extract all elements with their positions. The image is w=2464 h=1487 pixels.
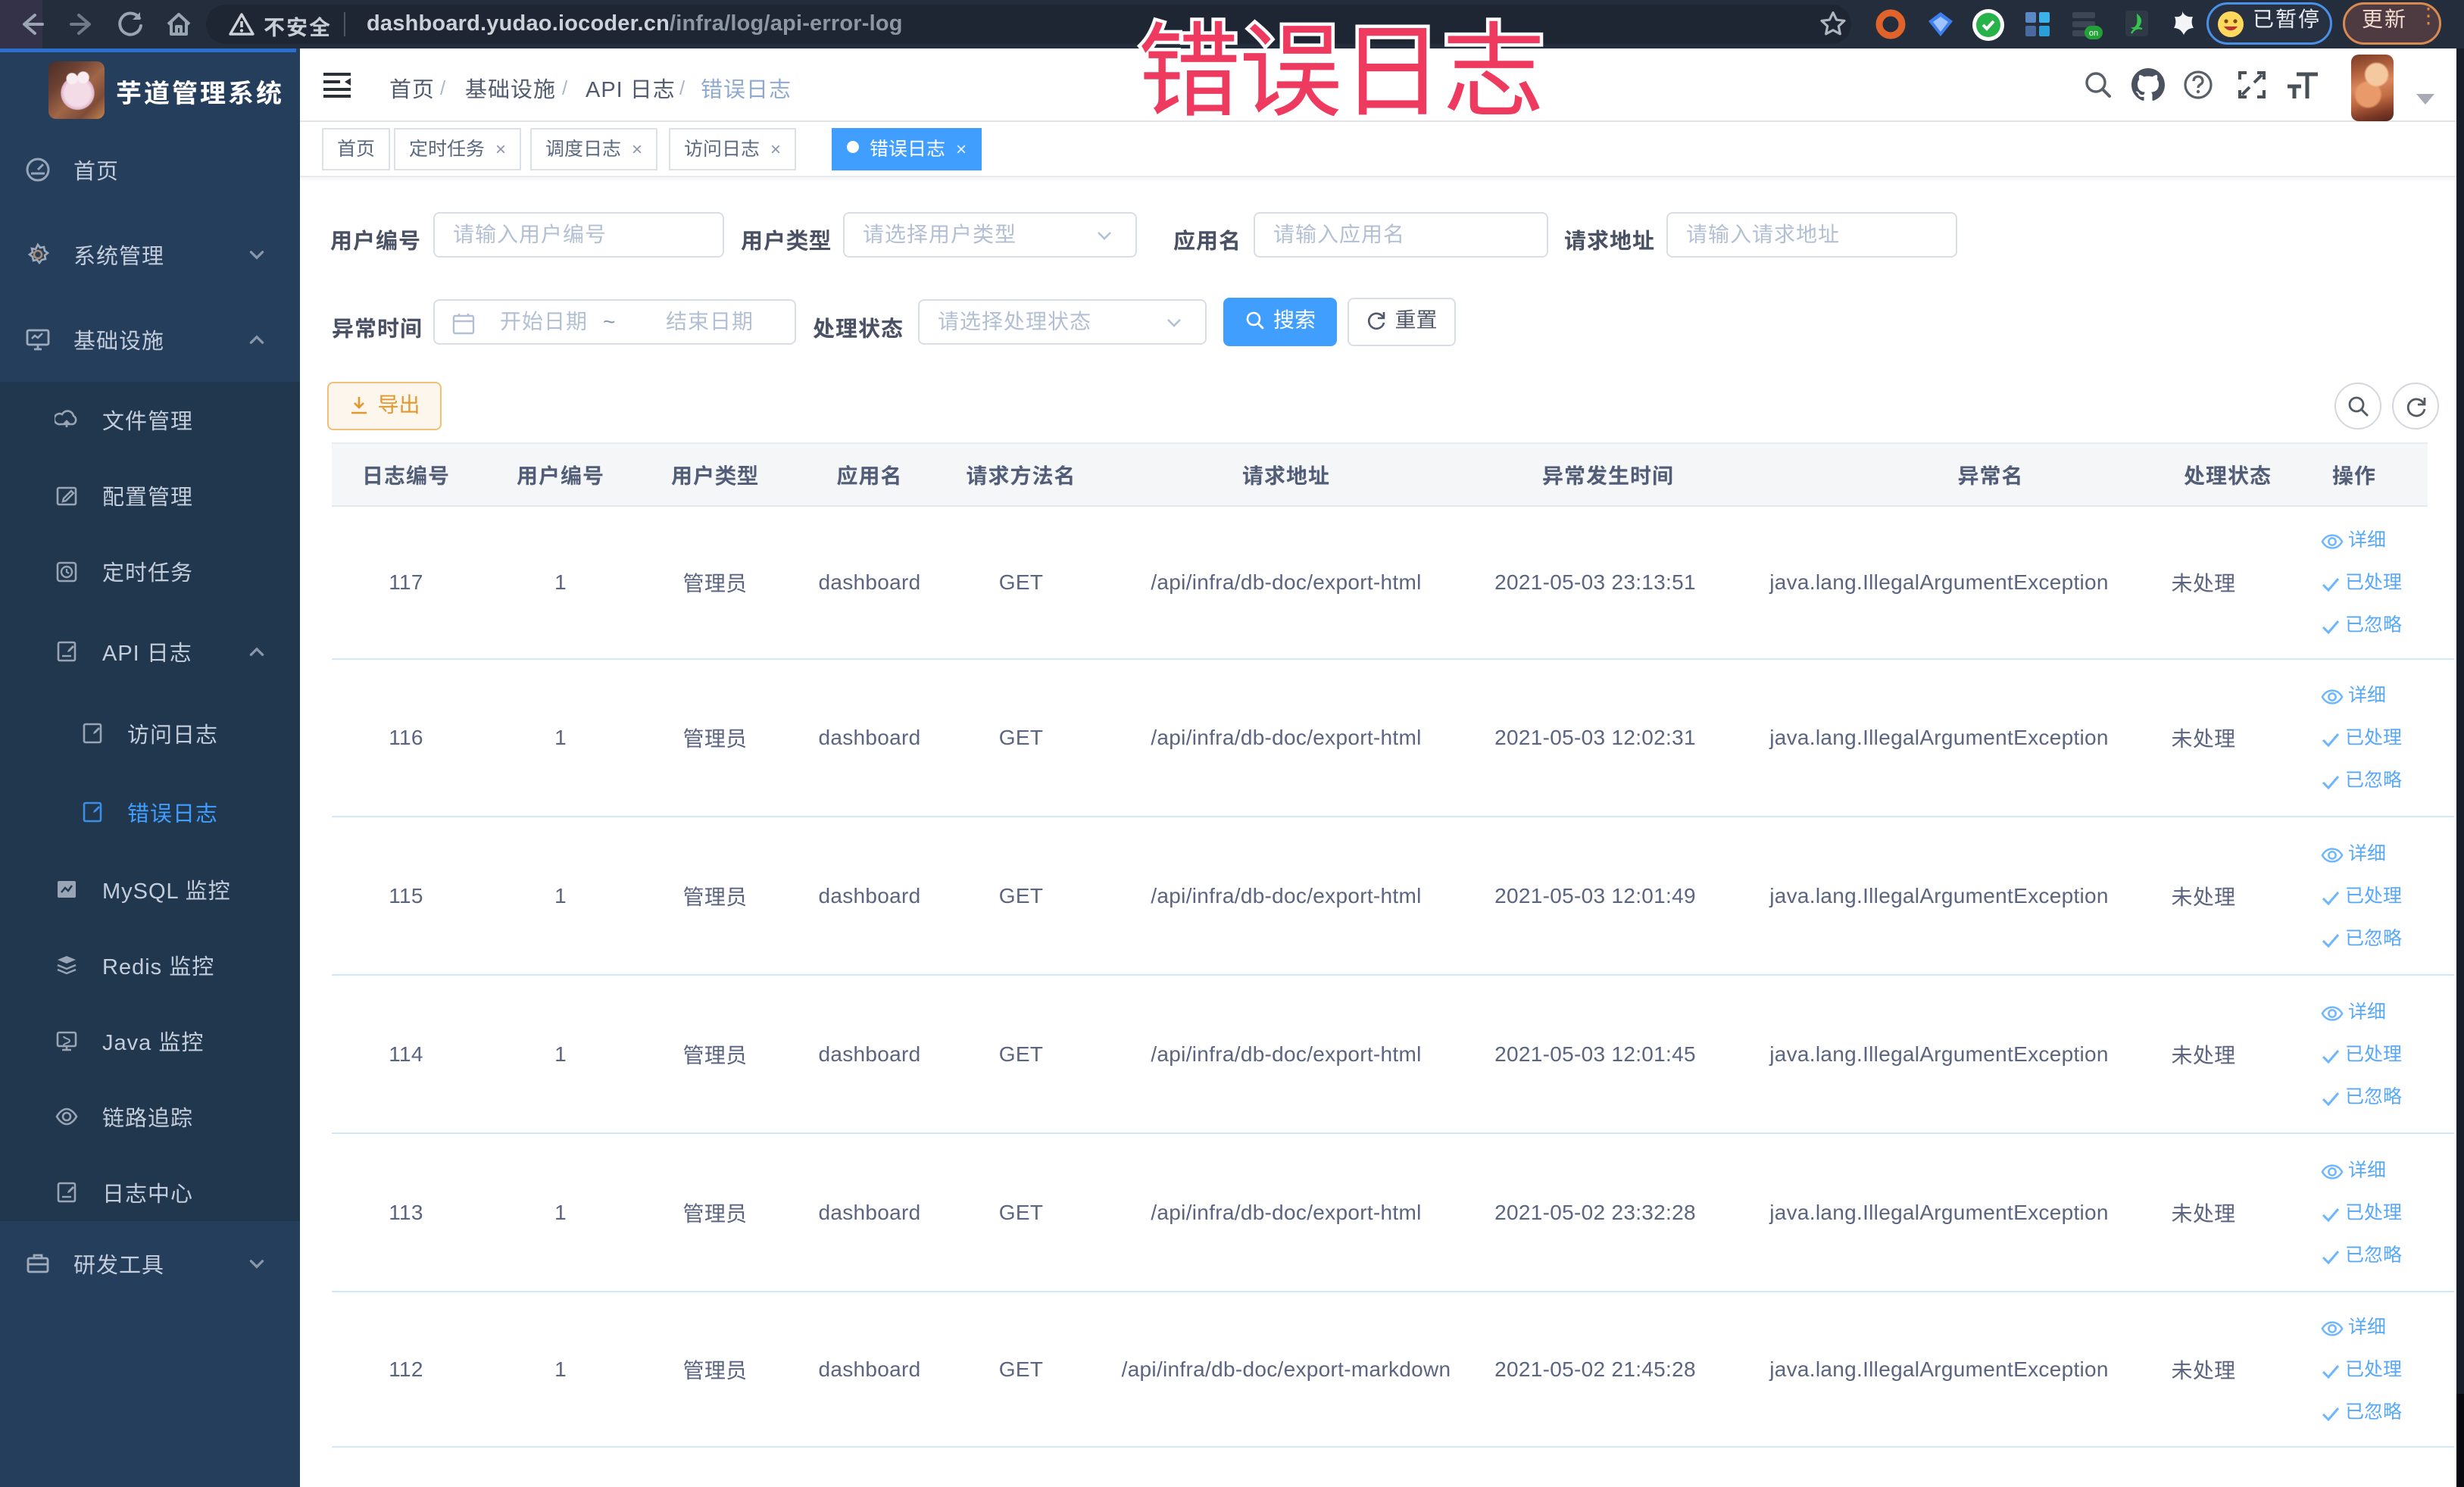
svg-text:on: on: [2089, 29, 2098, 38]
svg-text:错误日志: 错误日志: [1138, 14, 1544, 130]
